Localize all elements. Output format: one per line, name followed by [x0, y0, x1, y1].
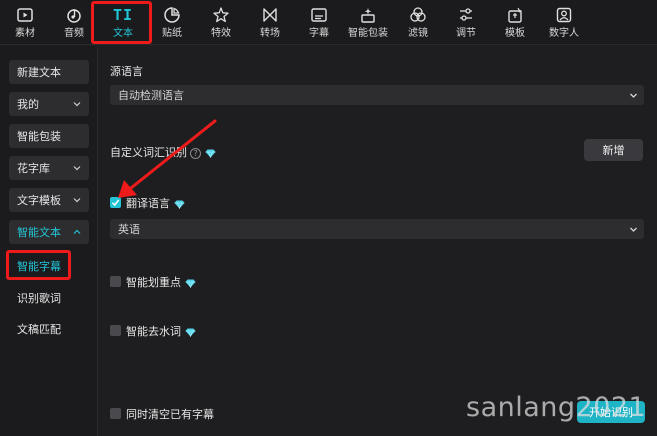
tab-template[interactable]: 模板: [500, 0, 530, 45]
digital-human-icon: [556, 7, 572, 23]
play-box-icon: [17, 8, 33, 22]
left-sidebar: 新建文本 我的 智能包装 花字库 文字模板 智能文本 智能字幕 识别歌词 文稿匹…: [0, 46, 98, 436]
tab-digital-human[interactable]: 数字人: [546, 0, 582, 45]
tab-adjust-label: 调节: [456, 28, 476, 39]
magic-wand-icon: [361, 8, 375, 23]
sidebar-item-label: 智能包装: [17, 130, 61, 143]
tab-template-label: 模板: [505, 28, 525, 39]
vip-diamond-icon: [185, 328, 196, 337]
help-icon[interactable]: ?: [190, 147, 201, 159]
tab-captions[interactable]: 字幕: [304, 0, 334, 45]
chevron-down-icon: [73, 166, 81, 171]
chevron-up-icon: [73, 229, 81, 234]
tab-audio[interactable]: 音频: [59, 0, 89, 45]
highlight-label: 智能划重点: [126, 276, 181, 289]
translate-row: 翻译语言: [126, 195, 185, 211]
target-language-select[interactable]: 英语: [110, 219, 644, 239]
text-TI-icon: TI: [112, 6, 134, 24]
music-note-icon: [67, 8, 81, 23]
sidebar-item-text-template[interactable]: 文字模板: [9, 188, 89, 212]
tab-adjust[interactable]: 调节: [451, 0, 481, 45]
sparkle-star-icon: [213, 7, 229, 23]
remove-filler-label: 智能去水词: [126, 325, 181, 338]
highlight-row: 智能划重点: [126, 274, 196, 290]
start-recognition-button[interactable]: 开始识别: [577, 401, 645, 423]
top-toolbar: 素材 音频 TI 文本 贴纸 特效 转场 字幕 智能包装 滤镜 调节 模板 数字…: [0, 0, 657, 45]
tab-audio-label: 音频: [64, 28, 84, 39]
sidebar-item-label: 我的: [17, 98, 39, 111]
bowtie-icon: [263, 8, 277, 22]
sliders-icon: [460, 8, 472, 21]
translate-checkbox[interactable]: [110, 197, 121, 208]
translate-label: 翻译语言: [126, 197, 170, 210]
add-vocab-button[interactable]: 新增: [584, 139, 643, 161]
tab-effects[interactable]: 特效: [206, 0, 236, 45]
sidebar-subitem-lyrics[interactable]: 识别歌词: [17, 290, 61, 306]
add-vocab-button-label: 新增: [602, 144, 625, 157]
custom-vocab-row: 自定义词汇识别?: [110, 144, 216, 160]
target-language-value: 英语: [118, 223, 140, 236]
source-language-select[interactable]: 自动检测语言: [110, 85, 644, 105]
tab-sticker-label: 贴纸: [162, 28, 182, 39]
sidebar-subitem-smart-captions[interactable]: 智能字幕: [17, 258, 61, 274]
vip-diamond-icon: [205, 149, 216, 158]
tab-smart-pack-label: 智能包装: [348, 28, 388, 39]
sidebar-item-smart-text[interactable]: 智能文本: [9, 220, 89, 244]
sidebar-item-label: 文字模板: [17, 194, 61, 207]
vip-diamond-icon: [185, 279, 196, 288]
sidebar-subitem-label: 文稿匹配: [17, 323, 61, 336]
clear-existing-checkbox[interactable]: [110, 408, 121, 419]
sidebar-subitem-script-match[interactable]: 文稿匹配: [17, 321, 61, 337]
smart-captions-panel: 源语言 自动检测语言 自定义词汇识别? 新增 翻译语言 英语 智能划重点 智能去…: [99, 46, 657, 436]
tab-text[interactable]: TI 文本: [106, 0, 140, 45]
tab-filter-label: 滤镜: [408, 28, 428, 39]
sidebar-item-smart-pack[interactable]: 智能包装: [9, 124, 89, 148]
sticker-icon: [164, 7, 180, 23]
tab-filter[interactable]: 滤镜: [403, 0, 433, 45]
sidebar-subitem-label: 智能字幕: [17, 260, 61, 273]
checkmark-icon: [111, 199, 120, 207]
tab-effects-label: 特效: [211, 28, 231, 39]
sidebar-item-label: 新建文本: [17, 66, 61, 79]
remove-filler-checkbox[interactable]: [110, 325, 121, 336]
sidebar-item-fancy-text[interactable]: 花字库: [9, 156, 89, 180]
sidebar-subitem-label: 识别歌词: [17, 292, 61, 305]
tab-text-label: 文本: [113, 28, 133, 39]
tab-sticker[interactable]: 贴纸: [157, 0, 187, 45]
tab-media-label: 素材: [15, 28, 35, 39]
vip-diamond-icon: [174, 200, 185, 209]
template-icon: [508, 7, 523, 23]
chevron-down-icon: [630, 227, 637, 232]
remove-filler-row: 智能去水词: [126, 323, 196, 339]
source-language-label: 源语言: [110, 65, 143, 78]
start-recognition-label: 开始识别: [589, 406, 633, 419]
sidebar-item-label: 花字库: [17, 162, 50, 175]
highlight-checkbox[interactable]: [110, 276, 121, 287]
tab-media[interactable]: 素材: [10, 0, 40, 45]
sidebar-item-label: 智能文本: [17, 226, 61, 239]
tab-captions-label: 字幕: [309, 28, 329, 39]
chevron-down-icon: [73, 198, 81, 203]
sidebar-item-new-text[interactable]: 新建文本: [9, 60, 89, 84]
tab-transition[interactable]: 转场: [255, 0, 285, 45]
source-language-value: 自动检测语言: [118, 89, 184, 102]
custom-vocab-label: 自定义词汇识别: [110, 146, 187, 159]
tab-digital-human-label: 数字人: [549, 28, 579, 39]
caption-box-icon: [311, 8, 327, 22]
tab-transition-label: 转场: [260, 28, 280, 39]
chevron-down-icon: [73, 102, 81, 107]
clear-existing-label: 同时清空已有字幕: [126, 408, 214, 421]
sidebar-item-mine[interactable]: 我的: [9, 92, 89, 116]
filter-circles-icon: [410, 7, 426, 22]
chevron-down-icon: [630, 93, 637, 98]
tab-smart-pack[interactable]: 智能包装: [345, 0, 391, 45]
